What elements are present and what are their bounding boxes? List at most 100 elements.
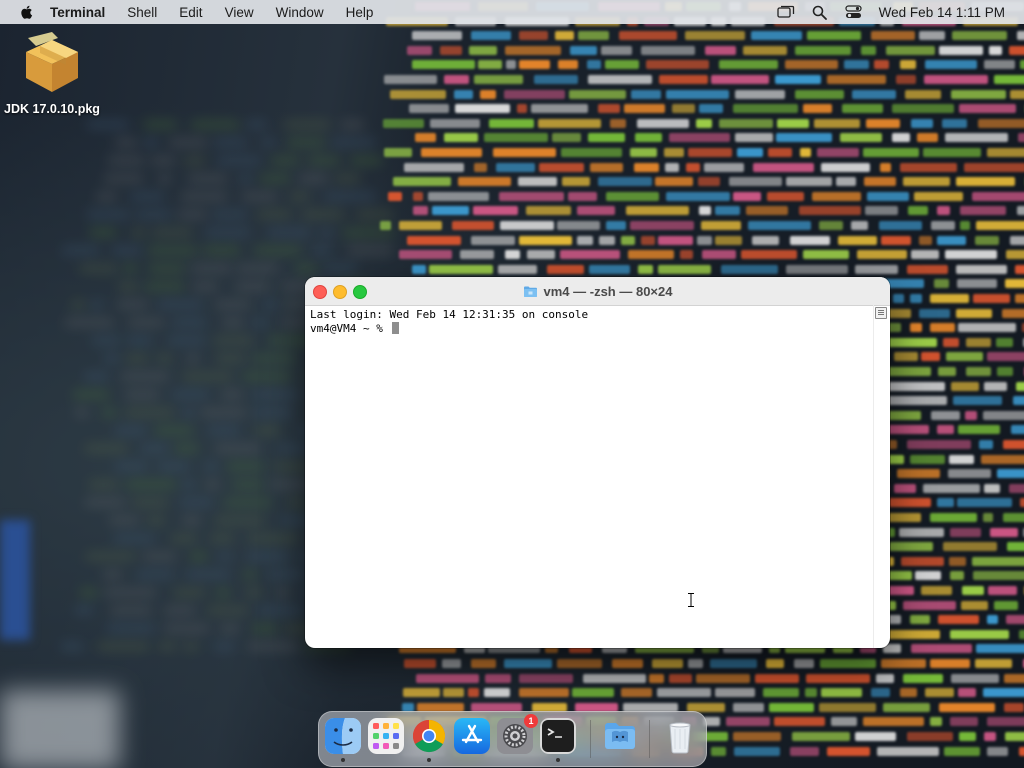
wallpaper-code-segment	[774, 75, 822, 84]
wallpaper-code-segment	[663, 148, 685, 157]
wallpaper-code-segment	[492, 148, 557, 157]
wallpaper-code-segment	[843, 60, 869, 70]
launchpad-icon[interactable]	[368, 718, 404, 754]
wallpaper-code-segment	[474, 75, 523, 84]
wallpaper-code-segment	[628, 250, 675, 260]
wallpaper-code-segment	[109, 606, 153, 615]
wallpaper-code-segment	[75, 408, 88, 417]
wallpaper-code-segment	[924, 688, 955, 698]
split-pane-icon[interactable]	[875, 307, 887, 319]
wallpaper-code-segment	[215, 444, 262, 453]
app-store-icon[interactable]	[454, 718, 490, 754]
wallpaper-code-segment	[104, 174, 143, 183]
menu-view[interactable]: View	[225, 5, 254, 20]
chrome-icon[interactable]	[411, 718, 447, 754]
menu-help[interactable]: Help	[346, 5, 374, 20]
wallpaper-code-segment	[633, 162, 660, 172]
wallpaper-code-segment	[951, 381, 980, 391]
wallpaper-code-segment	[325, 192, 377, 201]
terminal-line-prompt: vm4@VM4 ~ %	[310, 322, 872, 336]
desktop-icon-jdk-pkg[interactable]: JDK 17.0.10.pkg	[2, 32, 102, 116]
finder-icon[interactable]	[325, 718, 361, 754]
zoom-button[interactable]	[353, 285, 367, 299]
menu-shell[interactable]: Shell	[127, 5, 157, 20]
wallpaper-code-segment	[838, 235, 877, 245]
wallpaper-code-segment	[560, 148, 623, 157]
wallpaper-code-segment	[984, 381, 1007, 391]
apple-menu-icon[interactable]	[18, 3, 36, 21]
wallpaper-code-segment	[149, 264, 185, 273]
screen-mirroring-icon[interactable]	[777, 3, 795, 21]
wallpaper-code-segment	[518, 688, 570, 698]
wallpaper-code-segment	[477, 60, 502, 70]
trash-icon[interactable]	[662, 718, 698, 754]
wallpaper-code-segment	[203, 246, 240, 255]
minimize-button[interactable]	[333, 285, 347, 299]
wallpaper-code-segment	[938, 702, 995, 712]
wallpaper-code-segment	[60, 642, 84, 651]
wallpaper-code-segment	[568, 89, 627, 99]
terminal-title-bar[interactable]: vm4 — -zsh — 80×24	[305, 277, 890, 306]
wallpaper-code-segment	[429, 264, 494, 274]
wallpaper-code-segment	[107, 624, 155, 633]
wallpaper-code-segment	[751, 235, 780, 245]
wallpaper-code-segment	[271, 156, 300, 165]
wallpaper-code-segment	[773, 717, 825, 727]
wallpaper-code-segment	[469, 45, 498, 55]
menu-window[interactable]: Window	[276, 5, 324, 20]
wallpaper-code-segment	[519, 60, 551, 70]
wallpaper-code-segment	[740, 250, 798, 260]
wallpaper-code-segment	[187, 174, 227, 183]
wallpaper-code-segment	[145, 282, 185, 291]
wallpaper-code-segment	[906, 732, 953, 741]
wallpaper-code-segment	[995, 337, 1014, 347]
wallpaper-code-segment	[212, 210, 247, 219]
menu-edit[interactable]: Edit	[179, 5, 202, 20]
wallpaper-code-segment	[164, 624, 210, 633]
menu-app-name[interactable]: Terminal	[50, 5, 105, 20]
wallpaper-code-segment	[988, 586, 1018, 595]
wallpaper-code-segment	[114, 426, 146, 435]
wallpaper-code-segment	[826, 75, 886, 84]
wallpaper-code-segment	[260, 174, 291, 183]
wallpaper-code-segment	[88, 480, 118, 489]
wallpaper-code-segment	[857, 250, 908, 260]
wallpaper-code-segment	[253, 246, 301, 255]
wallpaper-code-segment	[950, 629, 1010, 639]
wallpaper-code-segment	[953, 396, 1003, 406]
wallpaper-code-segment	[841, 104, 884, 114]
terminal-icon[interactable]	[540, 718, 576, 754]
menu-bar-clock[interactable]: Wed Feb 14 1:11 PM	[879, 5, 1005, 20]
wallpaper-code-segment	[966, 367, 992, 376]
wallpaper-code-segment	[1019, 629, 1024, 639]
wallpaper-code-segment	[905, 89, 941, 99]
wallpaper-code-segment	[183, 372, 234, 381]
wallpaper-code-segment	[873, 60, 890, 70]
wallpaper-code-segment	[883, 629, 940, 639]
wallpaper-code-segment	[821, 162, 870, 172]
wallpaper-code-segment	[931, 410, 960, 420]
wallpaper-code-segment	[1016, 381, 1024, 391]
wallpaper-code-segment	[949, 717, 978, 727]
downloads-folder-icon[interactable]	[602, 718, 638, 754]
wallpaper-blue-blur	[0, 520, 30, 640]
wallpaper-code-segment	[630, 89, 662, 99]
control-center-icon[interactable]	[845, 3, 863, 21]
search-icon[interactable]	[811, 3, 829, 21]
wallpaper-code-segment	[180, 498, 214, 507]
wallpaper-code-segment	[655, 177, 694, 187]
close-button[interactable]	[313, 285, 327, 299]
wallpaper-code-segment	[789, 235, 830, 245]
wallpaper-code-segment	[937, 615, 980, 625]
wallpaper-code-segment	[930, 323, 955, 333]
system-settings-icon[interactable]: 1	[497, 714, 538, 754]
wallpaper-code-segment	[977, 118, 1024, 128]
terminal-output[interactable]: Last login: Wed Feb 14 12:31:35 on conso…	[310, 308, 872, 648]
wallpaper-code-segment	[215, 588, 231, 597]
wallpaper-code-segment	[699, 206, 712, 216]
wallpaper-code-segment	[909, 615, 931, 625]
terminal-window[interactable]: vm4 — -zsh — 80×24 Last login: Wed Feb 1…	[305, 277, 890, 648]
scrollbar-track[interactable]	[873, 305, 890, 648]
wallpaper-code-segment	[819, 221, 843, 230]
wallpaper-code-segment	[664, 162, 679, 172]
